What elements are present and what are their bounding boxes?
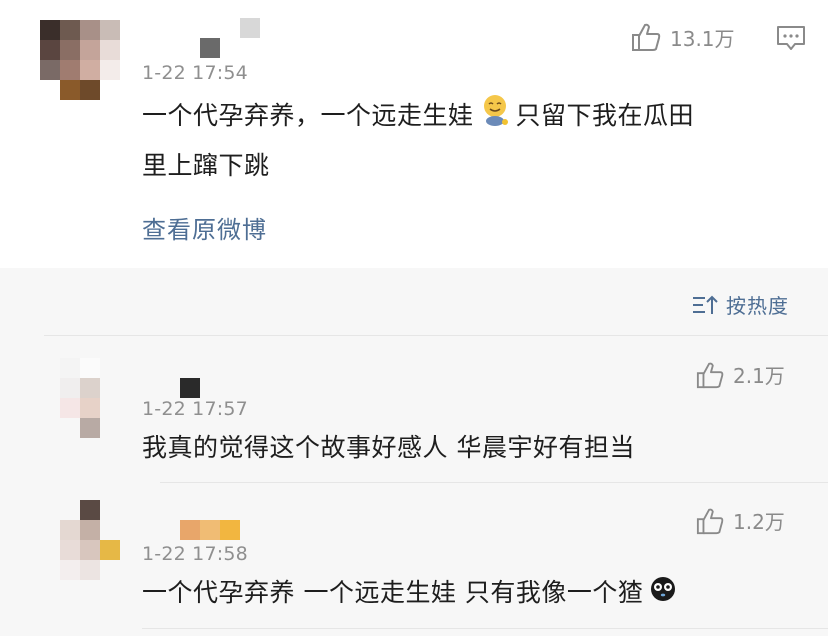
timestamp: 1-22 17:58 [142,543,248,565]
username-fragment [200,38,220,58]
comment-icon [777,26,805,50]
view-original-link[interactable]: 查看原微博 [142,210,267,245]
username[interactable] [200,18,260,38]
like-button[interactable]: 13.1万 [630,22,735,52]
sort-icon [693,295,718,314]
timestamp: 1-22 17:57 [142,398,248,420]
comment-text-content: 一个代孕弃养 一个远走生娃 只有我像一个猹 [142,578,644,607]
like-button[interactable]: 2.1万 [695,360,785,389]
post-text-line2: 里上蹿下跳 [142,150,270,180]
avatar[interactable] [60,500,120,580]
thumbs-up-icon [696,362,724,388]
like-count: 2.1万 [733,364,785,388]
black-face-emoji-icon [649,571,677,618]
post-text-part1: 一个代孕弃养，一个远走生娃 [142,101,474,130]
post-text: 一个代孕弃养，一个远走生娃 只留下我在瓜田 里上蹿下跳 [142,92,822,189]
divider [142,628,828,629]
sort-by-hot-button[interactable]: 按热度 [692,290,789,319]
main-post: 13.1万 1-22 17:54 一个代孕弃养，一个远走生娃 只留下我在瓜田 里… [0,0,828,268]
avatar[interactable] [60,358,100,438]
post-text-part2: 只留下我在瓜田 [515,101,695,130]
divider [44,335,828,336]
thumbs-up-icon [696,508,724,534]
username[interactable] [180,378,200,398]
avatar-fragment [60,80,100,100]
divider [160,482,828,483]
comment-text: 我真的觉得这个故事好感人 华晨宇好有担当 [142,433,635,462]
sort-label: 按热度 [726,294,789,318]
smiling-bear-emoji-icon [480,93,510,142]
like-count: 13.1万 [670,26,735,51]
timestamp: 1-22 17:54 [142,62,248,84]
like-count: 1.2万 [733,510,785,534]
comment-text: 一个代孕弃养 一个远走生娃 只有我像一个猹 [142,569,677,618]
username[interactable] [180,520,240,540]
comments-section: 按热度 2.1万 1-22 17:57 我真的觉得这个故事好感人 华晨宇好有担当 [0,268,828,636]
comment-button[interactable] [776,24,806,56]
like-button[interactable]: 1.2万 [695,506,785,535]
thumbs-up-icon [632,23,661,51]
